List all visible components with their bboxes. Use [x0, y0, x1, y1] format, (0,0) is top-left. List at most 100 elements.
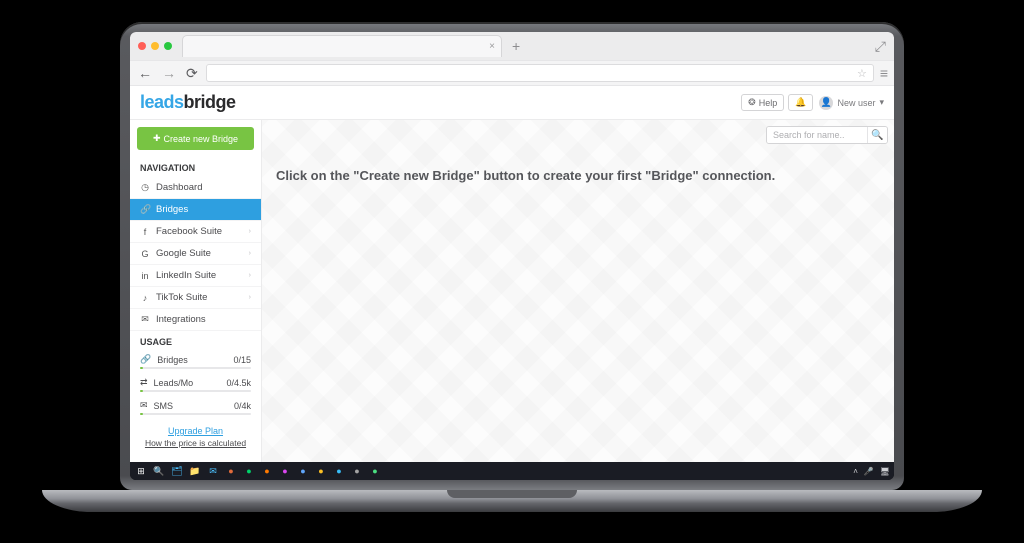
back-button[interactable]: ←	[136, 65, 154, 81]
logo-part-2: bridge	[184, 92, 236, 112]
tray-network-icon[interactable]: 🖥	[880, 467, 890, 476]
help-icon: ❂	[748, 97, 756, 108]
usage-row-bridges: 🔗 Bridges 0/15	[130, 351, 261, 366]
sidebar-item-label: Facebook Suite	[156, 226, 222, 237]
user-label: New user	[837, 98, 875, 108]
usage-value: 0/4k	[234, 401, 251, 411]
app-header: leadsbridge ❂ Help 🔔 👤 New user ▾	[130, 86, 894, 120]
forward-button: →	[160, 65, 178, 81]
usage-value: 0/4.5k	[226, 378, 251, 388]
chevron-down-icon: ▾	[879, 97, 884, 108]
notifications-button[interactable]: 🔔	[788, 94, 813, 111]
taskbar-app-icon[interactable]: ✉	[206, 464, 220, 478]
main-content: 🔍 Click on the "Create new Bridge" butto…	[262, 120, 894, 462]
reload-button[interactable]: ⟳	[184, 65, 200, 82]
sidebar-item-label: LinkedIn Suite	[156, 270, 216, 281]
integrations-icon: ✉	[140, 314, 150, 325]
sidebar-item-integrations[interactable]: ✉ Integrations	[130, 309, 261, 331]
search-input[interactable]	[767, 127, 867, 143]
maximize-window-icon[interactable]	[164, 42, 172, 50]
taskbar-app-icon[interactable]: ●	[296, 464, 310, 478]
taskbar-app-icon[interactable]: 🗂	[170, 464, 184, 478]
how-price-calculated-link[interactable]: How the price is calculated	[130, 438, 261, 452]
facebook-icon: f	[140, 227, 150, 237]
create-new-bridge-button[interactable]: ✚ Create new Bridge	[137, 127, 254, 150]
tray-volume-icon[interactable]: 🎤	[864, 467, 874, 476]
sidebar-item-tiktok[interactable]: ♪ TikTok Suite ›	[130, 287, 261, 309]
taskbar-app-icon[interactable]: 📁	[188, 464, 202, 478]
taskbar-app-icon[interactable]: ●	[314, 464, 328, 478]
browser-menu-icon[interactable]: ≡	[880, 65, 888, 81]
help-label: Help	[759, 98, 778, 108]
dashboard-icon: ◷	[140, 182, 150, 193]
browser-tabs-row: × + ⤢	[130, 32, 894, 60]
fullscreen-icon[interactable]: ⤢	[875, 38, 886, 55]
taskbar-app-icon[interactable]: ●	[242, 464, 256, 478]
sidebar-item-bridges[interactable]: 🔗 Bridges	[130, 199, 261, 221]
search-box: 🔍	[766, 126, 888, 144]
sidebar-item-label: Integrations	[156, 314, 206, 325]
linkedin-icon: in	[140, 271, 150, 281]
sidebar: ✚ Create new Bridge NAVIGATION ◷ Dashboa…	[130, 120, 262, 462]
window-controls	[138, 42, 172, 50]
close-tab-icon[interactable]: ×	[489, 41, 495, 52]
sidebar-item-label: TikTok Suite	[156, 292, 207, 303]
plus-icon: ✚	[153, 133, 161, 144]
logo-part-1: leads	[140, 92, 184, 112]
navigation-title: NAVIGATION	[130, 157, 261, 177]
google-icon: G	[140, 249, 150, 259]
minimize-window-icon[interactable]	[151, 42, 159, 50]
tiktok-icon: ♪	[140, 293, 150, 303]
usage-title: USAGE	[130, 331, 261, 351]
close-window-icon[interactable]	[138, 42, 146, 50]
chevron-right-icon: ›	[249, 228, 251, 235]
user-menu[interactable]: 👤 New user ▾	[819, 96, 884, 110]
chevron-right-icon: ›	[249, 272, 251, 279]
usage-bar-sms	[140, 413, 251, 415]
start-button[interactable]: ⊞	[134, 464, 148, 478]
help-button[interactable]: ❂ Help	[741, 94, 784, 111]
sidebar-item-label: Dashboard	[156, 182, 202, 193]
leads-icon: ⇄	[140, 377, 148, 388]
usage-label: Bridges	[157, 355, 188, 365]
usage-row-sms: ✉ SMS 0/4k	[130, 397, 261, 412]
taskbar-app-icon[interactable]: ●	[278, 464, 292, 478]
browser-url-row: ← → ⟳ ☆ ≡	[130, 60, 894, 86]
usage-bar-bridges	[140, 367, 251, 369]
upgrade-plan-link[interactable]: Upgrade Plan	[130, 420, 261, 438]
taskbar-app-icon[interactable]: ●	[368, 464, 382, 478]
sidebar-item-facebook[interactable]: f Facebook Suite ›	[130, 221, 261, 243]
usage-row-leads: ⇄ Leads/Mo 0/4.5k	[130, 374, 261, 389]
sidebar-item-linkedin[interactable]: in LinkedIn Suite ›	[130, 265, 261, 287]
usage-label: Leads/Mo	[154, 378, 194, 388]
tray-chevron-icon[interactable]: ˄	[853, 467, 858, 476]
laptop-notch	[447, 490, 577, 498]
bridges-icon: 🔗	[140, 204, 150, 215]
bell-icon: 🔔	[795, 97, 806, 108]
usage-label: SMS	[154, 401, 174, 411]
browser-tab[interactable]: ×	[182, 35, 502, 57]
taskbar-app-icon[interactable]: ●	[224, 464, 238, 478]
taskbar-app-icon[interactable]: ●	[350, 464, 364, 478]
search-icon: 🔍	[871, 130, 883, 141]
sms-icon: ✉	[140, 400, 148, 411]
url-input[interactable]: ☆	[206, 64, 874, 82]
new-tab-button[interactable]: +	[508, 38, 524, 54]
taskbar-app-icon[interactable]: ●	[260, 464, 274, 478]
os-taskbar: ⊞ 🔍 🗂 📁 ✉ ● ● ● ● ● ● ● ● ● ˄ 🎤 🖥	[130, 462, 894, 480]
taskbar-search-icon[interactable]: 🔍	[152, 464, 166, 478]
chevron-right-icon: ›	[249, 250, 251, 257]
sidebar-item-label: Google Suite	[156, 248, 211, 259]
logo[interactable]: leadsbridge	[140, 92, 236, 113]
create-label: Create new Bridge	[164, 134, 239, 144]
usage-value: 0/15	[233, 355, 251, 365]
avatar-icon: 👤	[819, 96, 833, 110]
sidebar-item-dashboard[interactable]: ◷ Dashboard	[130, 177, 261, 199]
taskbar-app-icon[interactable]: ●	[332, 464, 346, 478]
sidebar-item-google[interactable]: G Google Suite ›	[130, 243, 261, 265]
bridges-icon: 🔗	[140, 354, 151, 365]
sidebar-item-label: Bridges	[156, 204, 188, 215]
bookmark-icon[interactable]: ☆	[857, 67, 867, 80]
usage-bar-leads	[140, 390, 251, 392]
search-button[interactable]: 🔍	[867, 127, 887, 143]
